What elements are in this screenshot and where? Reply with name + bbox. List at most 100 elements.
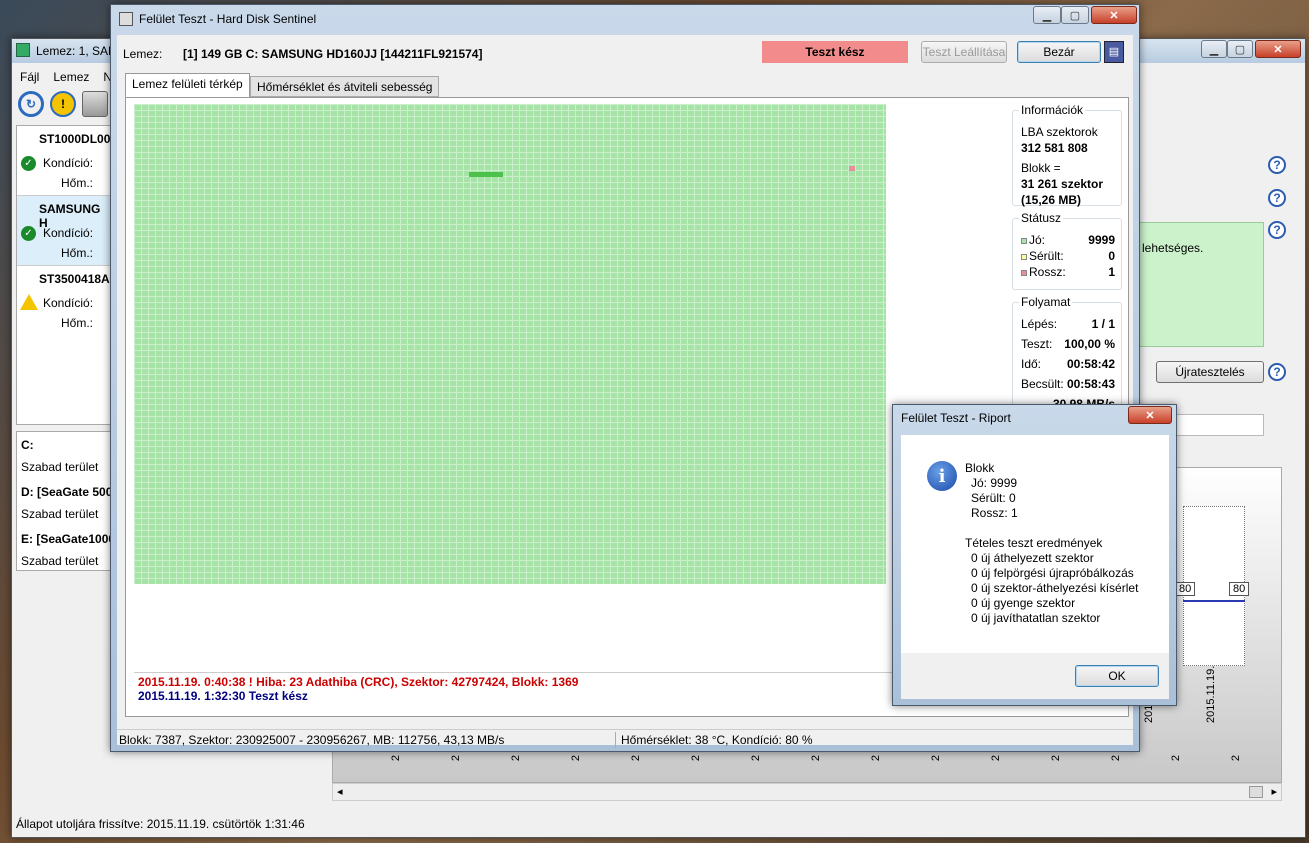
partition-name[interactable]: D: [SeaGate 500 xyxy=(21,485,113,499)
info-icon: i xyxy=(927,461,957,491)
help-icon[interactable]: ? xyxy=(1268,221,1286,239)
disk-item[interactable]: ST1000DL00 ✓ Kondíció: Hőm.: xyxy=(17,126,111,196)
dialog-title-bar[interactable]: Felület Teszt - Riport ✕ xyxy=(893,405,1176,431)
test-label: Teszt: xyxy=(1021,337,1053,351)
menu-file[interactable]: Fájl xyxy=(20,70,39,84)
test-status: Teszt kész xyxy=(762,41,908,63)
close-button[interactable]: ✕ xyxy=(1255,40,1301,58)
good-label-wrap: Jó: xyxy=(1021,233,1045,247)
condition-label: Kondíció: xyxy=(43,226,94,240)
partition-list: C: Szabad terület D: [SeaGate 500 Szabad… xyxy=(16,431,113,571)
white-area xyxy=(134,584,886,672)
report-line: Rossz: 1 xyxy=(971,506,1018,520)
block-value: 31 261 szektor xyxy=(1021,177,1104,191)
partition-name[interactable]: C: xyxy=(21,438,34,452)
menu-disk[interactable]: Lemez xyxy=(53,70,89,84)
help-icon[interactable]: ? xyxy=(1268,156,1286,174)
scroll-left-icon[interactable]: ◂ xyxy=(337,785,343,798)
step-row: Lépés: 1 / 1 xyxy=(1021,317,1115,331)
report-line: 0 új gyenge szektor xyxy=(971,596,1076,610)
test-value: 100,00 % xyxy=(1064,337,1115,351)
ok-button[interactable]: OK xyxy=(1075,665,1159,687)
time-value: 00:58:42 xyxy=(1066,357,1115,371)
damaged-label: Sérült: xyxy=(1029,249,1064,263)
axis-tick-label: 2 xyxy=(1170,754,1183,762)
temperature-label: Hőm.: xyxy=(61,246,94,260)
step-value: 1 / 1 xyxy=(1091,317,1115,331)
disk-value: [1] 149 GB C: SAMSUNG HD160JJ [144211FL9… xyxy=(183,47,483,61)
partition-name[interactable]: E: [SeaGate1000 xyxy=(21,532,113,546)
free-space-label: Szabad terület xyxy=(21,460,99,474)
tab-surface-map[interactable]: Lemez felületi térkép xyxy=(125,73,250,97)
disk-icon[interactable] xyxy=(82,91,108,117)
status-legend: Státusz xyxy=(1019,211,1064,225)
minimize-button[interactable]: ▁ xyxy=(1033,6,1061,24)
info-text: a lehetséges. xyxy=(1132,241,1204,255)
report-line: 0 új áthelyezett szektor xyxy=(971,551,1094,565)
chart-date-label: 2015.11.19. xyxy=(1205,665,1217,723)
maximize-button[interactable]: ▢ xyxy=(1061,6,1089,24)
menu-bar: Fájl Lemez N xyxy=(12,67,112,87)
refresh-icon[interactable]: ↻ xyxy=(18,91,44,117)
bad-block xyxy=(849,166,855,171)
statusbar-divider xyxy=(615,732,616,748)
progress-legend: Folyamat xyxy=(1019,295,1073,309)
estimate-row: Becsült: 00:58:43 xyxy=(1021,377,1115,391)
maximize-button[interactable]: ▢ xyxy=(1227,40,1253,58)
estimate-value: 00:58:43 xyxy=(1066,377,1115,391)
minimize-button[interactable]: ▁ xyxy=(1201,40,1227,58)
disk-label: Lemez: xyxy=(123,47,163,61)
window-status-bar: Blokk: 7387, Szektor: 230925007 - 230956… xyxy=(117,729,1133,749)
disk-list: ST1000DL00 ✓ Kondíció: Hőm.: SAMSUNG H ✓… xyxy=(16,125,112,425)
chart-axis-ticks: 2 2 2 2 2 2 2 2 2 2 2 2 2 2 2 xyxy=(390,752,1242,772)
close-window-button[interactable]: Bezár xyxy=(1017,41,1101,63)
retest-button[interactable]: Újratesztelés xyxy=(1156,361,1264,383)
help-icon[interactable]: ? xyxy=(1268,363,1286,381)
statusbar-block-info: Blokk: 7387, Szektor: 230925007 - 230956… xyxy=(119,733,505,747)
free-space-label: Szabad terület xyxy=(21,554,99,568)
axis-tick-label: 2 xyxy=(630,754,643,762)
text-field[interactable] xyxy=(1172,414,1264,436)
good-value: 9999 xyxy=(1088,233,1115,247)
time-label: Idő: xyxy=(1021,357,1042,371)
lba-value: 312 581 808 xyxy=(1021,141,1088,155)
dialog-close-button[interactable]: ✕ xyxy=(1128,406,1172,424)
block-size: (15,26 MB) xyxy=(1021,193,1082,207)
stop-test-button[interactable]: Teszt Leállítása xyxy=(921,41,1007,63)
save-icon[interactable]: ▤ xyxy=(1104,41,1124,63)
axis-tick-label: 2 xyxy=(1230,754,1243,762)
close-button[interactable]: ✕ xyxy=(1091,6,1137,24)
condition-label: Kondíció: xyxy=(43,156,94,170)
estimate-label: Becsült: xyxy=(1021,377,1064,391)
scroll-right-icon[interactable]: ▸ xyxy=(1271,785,1277,798)
title-bar[interactable]: Felület Teszt - Hard Disk Sentinel ▁ ▢ ✕ xyxy=(111,5,1139,33)
chart-line xyxy=(1183,600,1245,602)
info-legend: Információk xyxy=(1019,103,1086,117)
status-group: Státusz Jó: 9999 Sérült: 0 Rossz: 1 xyxy=(1012,211,1122,290)
tab-temperature[interactable]: Hőmérséklet és átviteli sebesség xyxy=(250,76,440,97)
report-heading-2: Tételes teszt eredmények xyxy=(965,536,1103,550)
check-icon: ✓ xyxy=(21,156,36,171)
report-dialog[interactable]: Felület Teszt - Riport ✕ i Blokk Jó: 999… xyxy=(892,404,1177,706)
step-label: Lépés: xyxy=(1021,317,1058,331)
scroll-thumb[interactable] xyxy=(1249,786,1263,798)
check-icon: ✓ xyxy=(21,226,36,241)
disk-item-selected[interactable]: SAMSUNG H ✓ Kondíció: Hőm.: xyxy=(17,196,111,266)
axis-tick-label: 2 xyxy=(810,754,823,762)
test-row: Teszt: 100,00 % xyxy=(1021,337,1115,351)
scrollbar-horizontal[interactable]: ◂ ▸ xyxy=(332,783,1282,801)
alert-icon[interactable]: ! xyxy=(50,91,76,117)
background-window-title: Lemez: 1, SAM xyxy=(36,44,119,58)
active-blocks xyxy=(469,172,503,177)
help-icon[interactable]: ? xyxy=(1268,189,1286,207)
dialog-body: i Blokk Jó: 9999 Sérült: 0 Rossz: 1 Téte… xyxy=(901,435,1169,653)
block-label: Blokk = xyxy=(1021,161,1061,175)
damaged-row: Sérült: 0 xyxy=(1021,249,1115,263)
report-line: Jó: 9999 xyxy=(971,476,1018,490)
chart-value-label: 80 xyxy=(1175,582,1196,596)
disk-item[interactable]: ST3500418A Kondíció: Hőm.: xyxy=(17,266,111,336)
report-heading: Blokk xyxy=(965,461,995,475)
bad-swatch xyxy=(1021,270,1027,276)
axis-tick-label: 2 xyxy=(1110,754,1123,762)
damaged-value: 0 xyxy=(1108,249,1115,263)
